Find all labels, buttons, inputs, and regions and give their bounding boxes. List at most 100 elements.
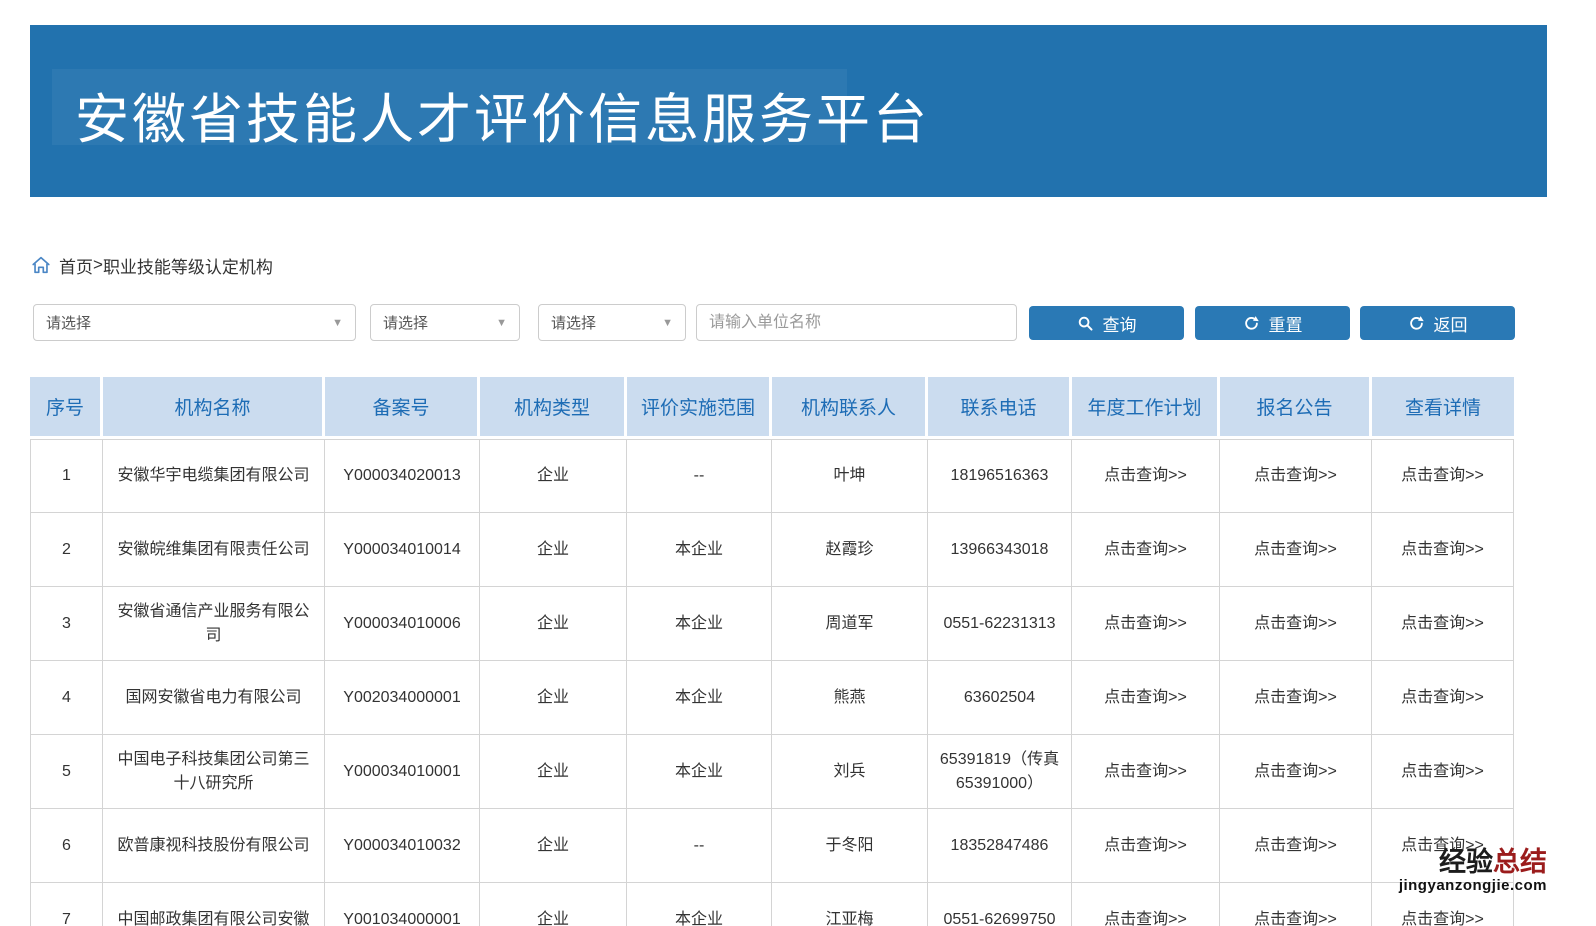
back-button[interactable]: 返回	[1360, 306, 1515, 340]
annual-plan-link[interactable]: 点击查询>>	[1104, 763, 1187, 780]
back-button-label: 返回	[1434, 311, 1468, 336]
chevron-down-icon: ▼	[332, 317, 343, 329]
cell-phone: 65391819（传真65391000）	[928, 735, 1072, 809]
filter-select-3-value: 请选择	[551, 312, 596, 333]
cell-org-type: 企业	[480, 809, 627, 883]
cell-org-name: 国网安徽省电力有限公司	[103, 661, 325, 735]
cell-scope: --	[627, 439, 772, 513]
filter-select-1-value: 请选择	[46, 312, 91, 333]
annual-plan-link[interactable]: 点击查询>>	[1104, 911, 1187, 926]
cell-contact: 叶坤	[772, 439, 928, 513]
reset-button[interactable]: 重置	[1195, 306, 1350, 340]
signup-notice-link[interactable]: 点击查询>>	[1254, 911, 1337, 926]
annual-plan-link[interactable]: 点击查询>>	[1104, 615, 1187, 632]
annual-plan-link[interactable]: 点击查询>>	[1104, 541, 1187, 558]
column-header-0: 序号	[30, 377, 103, 439]
view-detail-link[interactable]: 点击查询>>	[1401, 689, 1484, 706]
view-detail-link[interactable]: 点击查询>>	[1401, 763, 1484, 780]
cell-scope: 本企业	[627, 735, 772, 809]
refresh-icon	[1243, 315, 1260, 332]
site-title: 安徽省技能人才评价信息服务平台	[75, 75, 930, 154]
cell-index: 1	[30, 439, 103, 513]
cell-contact: 熊燕	[772, 661, 928, 735]
table-row: 4国网安徽省电力有限公司Y002034000001企业本企业熊燕63602504…	[30, 661, 1514, 735]
watermark-brand-red: 总结	[1493, 847, 1547, 877]
cell-record-no: Y000034010032	[325, 809, 480, 883]
column-header-6: 联系电话	[928, 377, 1072, 439]
cell-org-type: 企业	[480, 439, 627, 513]
signup-notice-link[interactable]: 点击查询>>	[1254, 615, 1337, 632]
cell-org-name: 欧普康视科技股份有限公司	[103, 809, 325, 883]
cell-org-type: 企业	[480, 883, 627, 926]
view-detail-link-cell: 点击查询>>	[1372, 439, 1514, 513]
filter-select-2[interactable]: 请选择 ▼	[370, 304, 520, 341]
column-header-1: 机构名称	[103, 377, 325, 439]
column-header-2: 备案号	[325, 377, 480, 439]
signup-notice-link[interactable]: 点击查询>>	[1254, 541, 1337, 558]
annual-plan-link-cell: 点击查询>>	[1072, 883, 1220, 926]
signup-notice-link-cell: 点击查询>>	[1220, 883, 1372, 926]
filter-select-2-value: 请选择	[383, 312, 428, 333]
cell-org-type: 企业	[480, 735, 627, 809]
annual-plan-link[interactable]: 点击查询>>	[1104, 467, 1187, 484]
watermark-site: jingyanzongjie.com	[1399, 878, 1547, 895]
cell-record-no: Y001034000001	[325, 883, 480, 926]
signup-notice-link-cell: 点击查询>>	[1220, 735, 1372, 809]
view-detail-link[interactable]: 点击查询>>	[1401, 615, 1484, 632]
column-header-7: 年度工作计划	[1072, 377, 1220, 439]
signup-notice-link[interactable]: 点击查询>>	[1254, 467, 1337, 484]
table-row: 1安徽华宇电缆集团有限公司Y000034020013企业--叶坤18196516…	[30, 439, 1514, 513]
annual-plan-link[interactable]: 点击查询>>	[1104, 837, 1187, 854]
cell-contact: 江亚梅	[772, 883, 928, 926]
view-detail-link[interactable]: 点击查询>>	[1401, 911, 1484, 926]
cell-phone: 13966343018	[928, 513, 1072, 587]
cell-record-no: Y000034010001	[325, 735, 480, 809]
signup-notice-link[interactable]: 点击查询>>	[1254, 689, 1337, 706]
filter-select-3[interactable]: 请选择 ▼	[538, 304, 686, 341]
column-header-4: 评价实施范围	[627, 377, 772, 439]
cell-record-no: Y000034020013	[325, 439, 480, 513]
cell-index: 7	[30, 883, 103, 926]
view-detail-link-cell: 点击查询>>	[1372, 661, 1514, 735]
cell-phone: 18352847486	[928, 809, 1072, 883]
breadcrumb: 首页 > 职业技能等级认定机构	[30, 253, 273, 277]
cell-scope: 本企业	[627, 513, 772, 587]
filter-select-1[interactable]: 请选择 ▼	[33, 304, 356, 341]
annual-plan-link-cell: 点击查询>>	[1072, 809, 1220, 883]
home-icon[interactable]	[30, 254, 52, 276]
column-header-8: 报名公告	[1220, 377, 1372, 439]
cell-index: 3	[30, 587, 103, 661]
cell-contact: 赵霞珍	[772, 513, 928, 587]
table-header-row: 序号机构名称备案号机构类型评价实施范围机构联系人联系电话年度工作计划报名公告查看…	[30, 377, 1514, 439]
cell-index: 2	[30, 513, 103, 587]
table-row: 2安徽皖维集团有限责任公司Y000034010014企业本企业赵霞珍139663…	[30, 513, 1514, 587]
cell-scope: 本企业	[627, 587, 772, 661]
watermark-brand-black: 经验	[1439, 847, 1493, 877]
signup-notice-link[interactable]: 点击查询>>	[1254, 763, 1337, 780]
cell-scope: --	[627, 809, 772, 883]
site-banner: 安徽省技能人才评价信息服务平台	[30, 25, 1547, 197]
breadcrumb-home[interactable]: 首页	[59, 253, 93, 278]
chevron-down-icon: ▼	[496, 317, 507, 329]
cell-scope: 本企业	[627, 661, 772, 735]
view-detail-link[interactable]: 点击查询>>	[1401, 541, 1484, 558]
annual-plan-link-cell: 点击查询>>	[1072, 735, 1220, 809]
annual-plan-link-cell: 点击查询>>	[1072, 661, 1220, 735]
cell-record-no: Y002034000001	[325, 661, 480, 735]
unit-name-input[interactable]	[696, 304, 1017, 341]
column-header-9: 查看详情	[1372, 377, 1514, 439]
view-detail-link[interactable]: 点击查询>>	[1401, 467, 1484, 484]
signup-notice-link[interactable]: 点击查询>>	[1254, 837, 1337, 854]
cell-org-name: 安徽省通信产业服务有限公司	[103, 587, 325, 661]
annual-plan-link[interactable]: 点击查询>>	[1104, 689, 1187, 706]
signup-notice-link-cell: 点击查询>>	[1220, 513, 1372, 587]
query-button[interactable]: 查询	[1029, 306, 1184, 340]
cell-index: 5	[30, 735, 103, 809]
cell-phone: 0551-62231313	[928, 587, 1072, 661]
annual-plan-link-cell: 点击查询>>	[1072, 439, 1220, 513]
view-detail-link-cell: 点击查询>>	[1372, 735, 1514, 809]
signup-notice-link-cell: 点击查询>>	[1220, 587, 1372, 661]
cell-contact: 刘兵	[772, 735, 928, 809]
annual-plan-link-cell: 点击查询>>	[1072, 587, 1220, 661]
table-row: 5中国电子科技集团公司第三十八研究所Y000034010001企业本企业刘兵65…	[30, 735, 1514, 809]
